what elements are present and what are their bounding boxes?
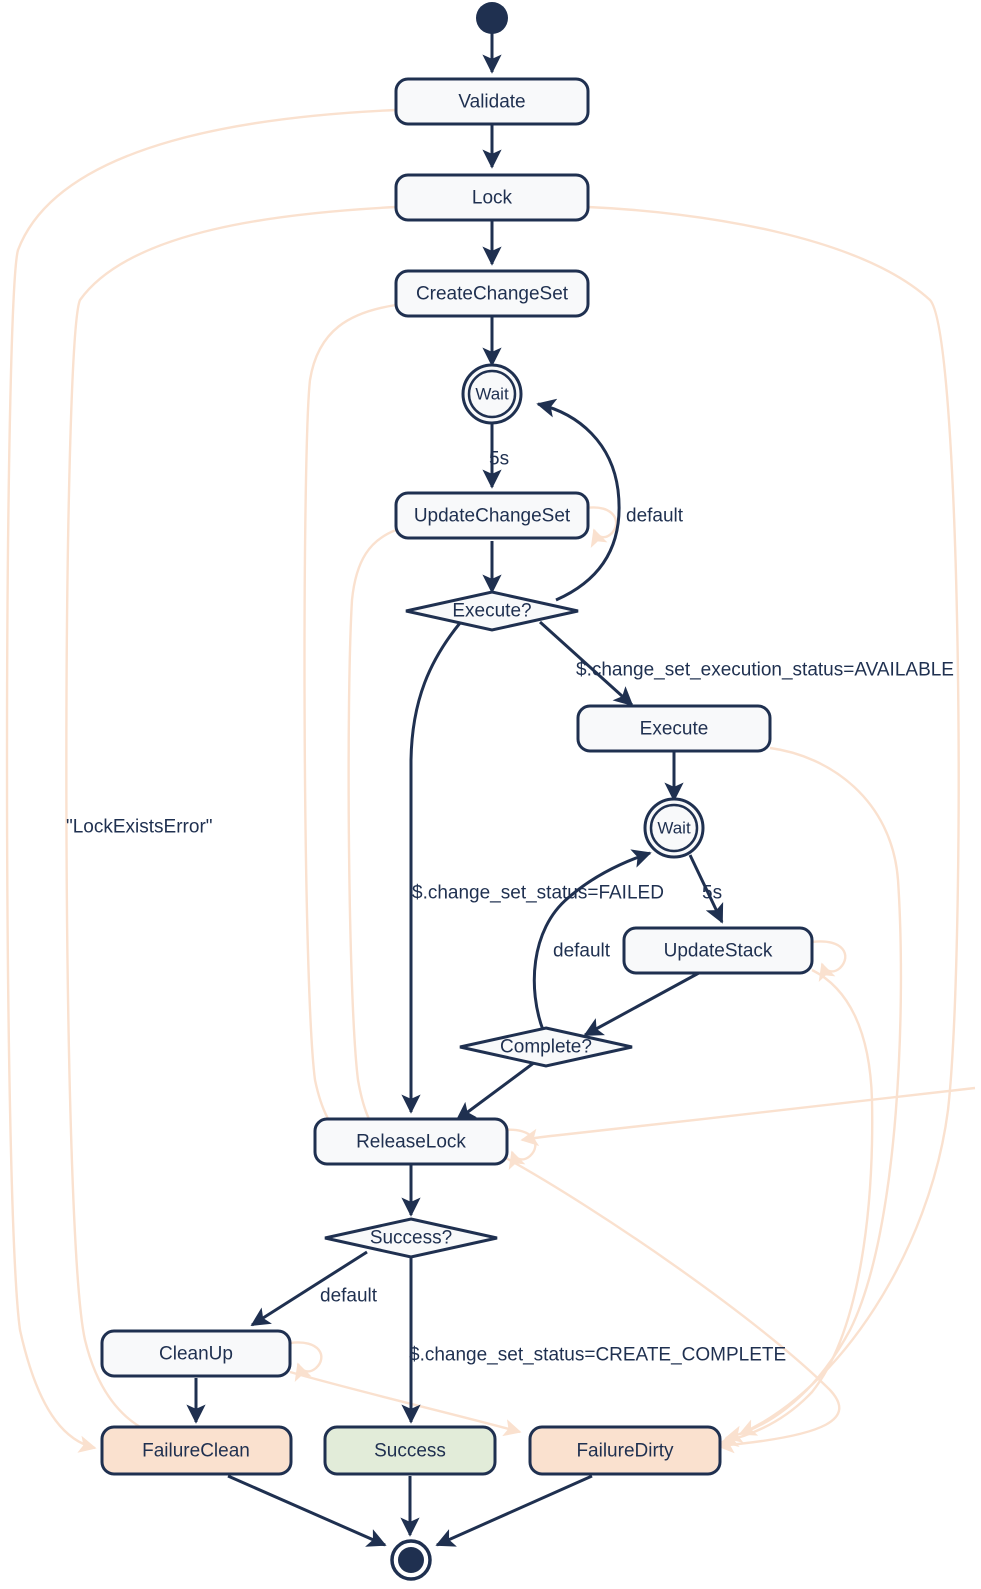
retry-edge-cleanup	[289, 1341, 323, 1382]
node-updatestack[interactable]: UpdateStack	[622, 926, 814, 975]
edge-label-create-complete: $.change_set_status=CREATE_COMPLETE	[409, 1345, 786, 1366]
node-createchangeset[interactable]: CreateChangeSet	[394, 269, 590, 318]
edge-label-complete-default: default	[553, 941, 611, 962]
error-edge-right-into-releaselock	[520, 1086, 976, 1147]
node-failureclean-label: FailureClean	[142, 1441, 250, 1462]
node-success[interactable]: Success	[323, 1425, 497, 1476]
node-end[interactable]	[390, 1539, 432, 1581]
node-validate[interactable]: Validate	[394, 77, 590, 126]
node-success-choice-label: Success?	[370, 1228, 452, 1249]
error-edge-createchangeset-releaselock	[303, 303, 397, 1140]
edge-updatestack-completeq	[583, 966, 709, 1037]
node-execute-label: Execute	[640, 719, 709, 740]
node-releaselock[interactable]: ReleaseLock	[313, 1117, 509, 1166]
state-machine-diagram: Validate Lock CreateChangeSet Wait Updat…	[5, 2, 976, 1581]
edge-label-wait2-timeout: 5s	[702, 883, 722, 904]
node-failureclean[interactable]: FailureClean	[100, 1425, 293, 1476]
node-execute[interactable]: Execute	[576, 704, 772, 753]
node-wait-2-label: Wait	[657, 819, 691, 838]
node-wait-1-label: Wait	[475, 385, 509, 404]
node-failuredirty-label: FailureDirty	[576, 1441, 674, 1462]
node-updatestack-label: UpdateStack	[664, 941, 773, 962]
edge-executeq-releaselock-failed	[401, 622, 462, 1114]
retry-edge-updatechangeset	[585, 506, 618, 548]
edge-label-success-default: default	[320, 1286, 378, 1307]
diagram-canvas: Validate Lock CreateChangeSet Wait Updat…	[0, 0, 981, 1589]
node-validate-label: Validate	[458, 92, 525, 113]
node-updatechangeset-label: UpdateChangeSet	[414, 506, 571, 527]
node-wait-2[interactable]: Wait	[643, 797, 705, 859]
edge-label-wait1-timeout: 5s	[489, 449, 509, 470]
node-success-choice[interactable]: Success?	[324, 1217, 498, 1259]
error-edge-cleanup-failuredirty	[289, 1370, 522, 1437]
node-success-label: Success	[374, 1441, 446, 1462]
node-createchangeset-label: CreateChangeSet	[416, 284, 569, 305]
retry-edge-updatestack	[811, 940, 847, 982]
node-complete-choice[interactable]: Complete?	[459, 1026, 633, 1068]
edge-label-changeset-failed: $.change_set_status=FAILED	[412, 883, 664, 904]
node-updatechangeset[interactable]: UpdateChangeSet	[394, 491, 590, 540]
node-execute-choice[interactable]: Execute?	[405, 590, 579, 632]
node-failuredirty[interactable]: FailureDirty	[528, 1425, 722, 1476]
error-edge-updatechangeset-releaselock	[347, 528, 397, 1135]
node-lock[interactable]: Lock	[394, 173, 590, 222]
node-execute-choice-label: Execute?	[452, 601, 531, 622]
edge-failureclean-end	[227, 1474, 387, 1547]
node-wait-1[interactable]: Wait	[461, 363, 523, 425]
edge-labels-group: 5s default $.change_set_execution_status…	[66, 449, 954, 1366]
node-releaselock-label: ReleaseLock	[356, 1132, 466, 1153]
error-edge-execute-failuredirty	[724, 746, 903, 1443]
error-edge-updatestack-failuredirty	[720, 968, 874, 1448]
edge-label-execute-default: default	[626, 506, 684, 527]
error-edge-lock-failuredirty	[587, 205, 960, 1436]
node-cleanup-label: CleanUp	[159, 1344, 233, 1365]
node-start[interactable]	[476, 2, 508, 34]
edge-completeq-releaselock	[455, 1060, 536, 1122]
node-cleanup[interactable]: CleanUp	[100, 1329, 292, 1378]
edge-label-lock-exists-error: "LockExistsError"	[66, 817, 213, 838]
edge-failuredirty-end	[435, 1474, 593, 1547]
node-complete-choice-label: Complete?	[500, 1037, 592, 1058]
node-lock-label: Lock	[472, 188, 513, 209]
edge-label-execute-available: $.change_set_execution_status=AVAILABLE	[576, 660, 954, 681]
flow-edges-group	[186, 32, 724, 1547]
